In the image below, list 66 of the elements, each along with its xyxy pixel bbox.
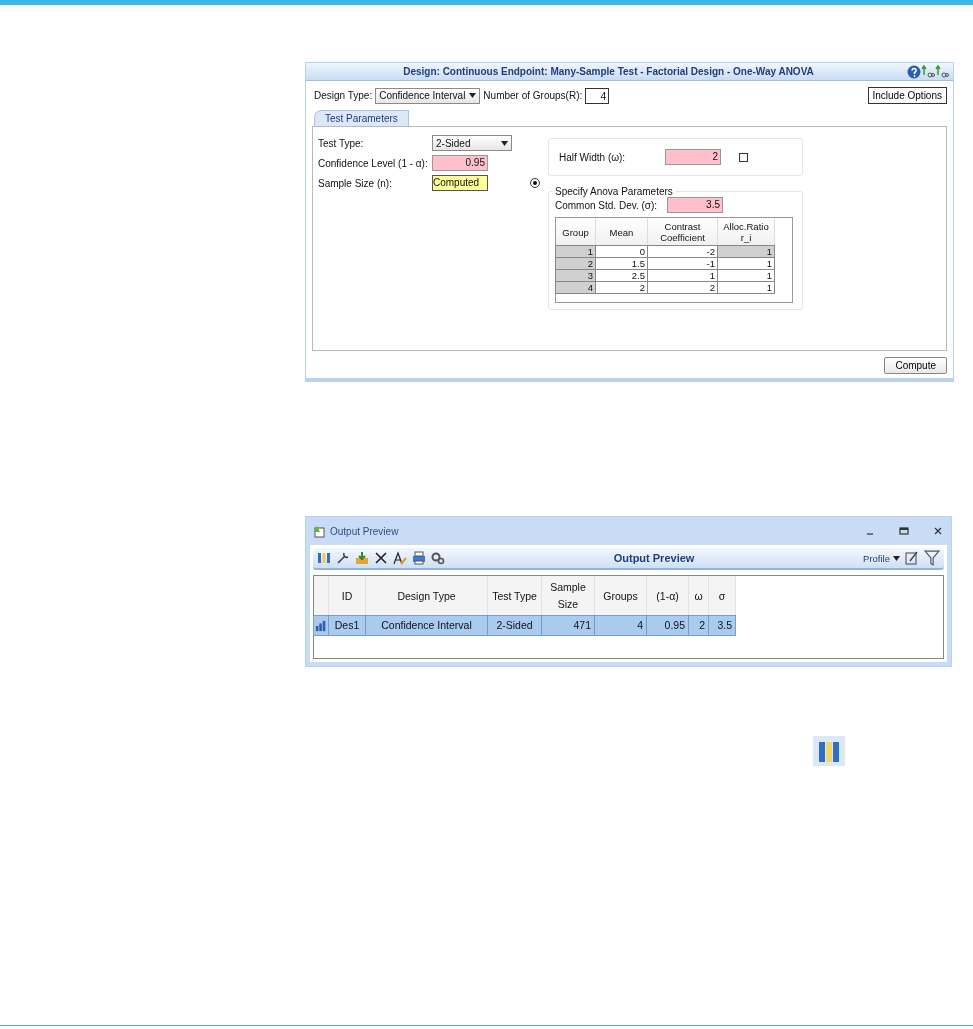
table-cell[interactable]: 2-Sided [487,615,542,636]
window-title: Design: Continuous Endpoint: Many-Sample Test - Factorial Design - One-Way ANOVA [402,66,815,77]
groups-label: Number of Groups(R): [483,90,583,101]
maximize-icon[interactable] [897,524,911,538]
dropdown-arrow-icon[interactable] [469,93,477,98]
column-header: Mean [596,218,648,246]
column-header[interactable]: Design Type [366,576,488,616]
columns-icon[interactable] [813,736,845,766]
half-width-field[interactable]: 2 [665,149,721,165]
table-cell[interactable]: 2 [688,615,709,636]
print-icon[interactable] [412,551,426,565]
test-type-label: Test Type: [318,137,365,149]
groups-field[interactable]: 4 [585,87,610,104]
download-icon[interactable] [355,551,369,565]
column-header[interactable]: ω [689,576,709,616]
fieldset-legend: Specify Anova Parameters [553,186,675,197]
profile-dropdown[interactable]: Profile [863,552,900,564]
header-corner [314,576,329,616]
row-header[interactable] [313,615,329,636]
confidence-level-field[interactable]: 0.95 [432,155,488,171]
include-options-button[interactable]: Include Options [867,87,947,104]
table-cell[interactable]: 471 [541,615,595,636]
column-header[interactable]: ID [329,576,366,616]
edit-icon[interactable] [905,551,919,565]
font-icon[interactable] [393,551,407,565]
table-cell[interactable]: 4 [594,615,647,636]
column-header[interactable]: Test Type [488,576,542,616]
tab[interactable]: Test Parameters [314,110,409,126]
delete-icon[interactable] [374,551,388,565]
column-header[interactable]: σ [709,576,736,616]
half-width-label: Half Width (ω): [559,151,627,163]
dropdown-arrow-icon[interactable] [893,555,900,561]
window-icon[interactable] [312,524,326,538]
column-header: Contrast Coefficient [648,218,718,246]
table-cell[interactable]: 0.95 [646,615,689,636]
sort-icon[interactable] [921,64,935,79]
wrench-icon[interactable] [336,551,350,565]
table-cell[interactable]: 4 [555,281,596,294]
std-dev-label: Common Std. Dev. (σ): [555,199,659,211]
help-icon[interactable] [907,64,921,79]
columns-icon[interactable] [317,551,331,565]
toolbar-title: Output Preview [612,552,696,564]
window-title: Output Preview [330,525,400,537]
filter-icon[interactable] [924,550,940,566]
compute-button[interactable]: Compute [884,357,947,374]
sample-size-field[interactable]: Computed [432,175,488,191]
chart-icon [315,618,327,633]
dropdown-arrow-icon[interactable] [501,140,508,146]
checkbox[interactable] [739,152,748,162]
design-type-dropdown[interactable]: Confidence Interval [375,87,481,104]
gears-icon[interactable] [431,551,445,565]
test-type-dropdown[interactable]: 2-Sided [432,135,512,151]
table-cell[interactable]: 3.5 [708,615,736,636]
sort-icon[interactable] [935,64,949,79]
column-header[interactable]: (1-α) [647,576,689,616]
std-dev-field[interactable]: 3.5 [667,197,723,213]
sample-size-label: Sample Size (n): [318,177,393,189]
table-cell[interactable]: 1 [717,281,775,294]
design-type-label: Design Type: [314,90,373,101]
column-header[interactable]: Sample Size [542,576,595,616]
column-header: Alloc.Ratio r_i [718,218,775,246]
column-header: Group [556,218,596,246]
column-header[interactable]: Groups [595,576,647,616]
confidence-level-label: Confidence Level (1 - α): [318,157,429,169]
table-cell[interactable]: Confidence Interval [365,615,488,636]
table-cell[interactable]: Des1 [328,615,366,636]
